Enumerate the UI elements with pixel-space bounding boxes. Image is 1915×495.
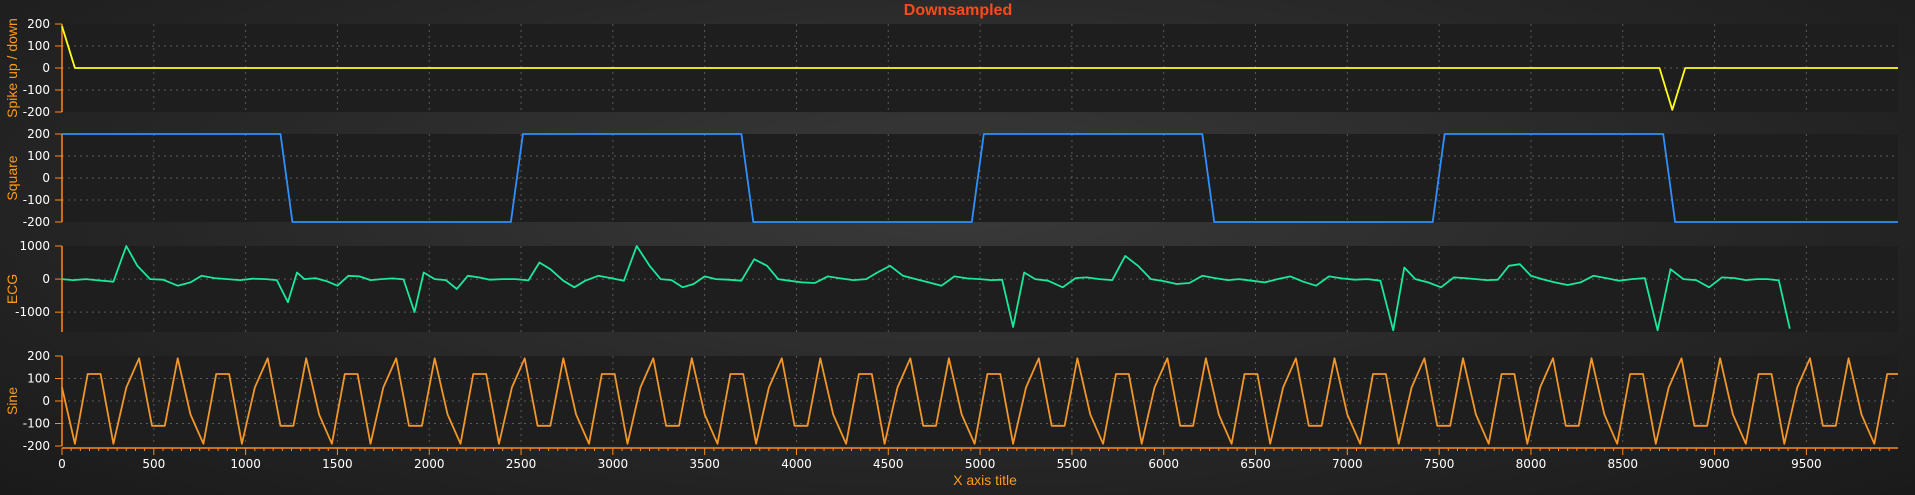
x-tick-label: 2500 xyxy=(506,457,537,471)
y-tick-label: 0 xyxy=(42,272,50,286)
x-tick-label: 7000 xyxy=(1332,457,1363,471)
panels: 2001000-100-200Spike up / down2001000-10… xyxy=(4,17,1898,453)
panel-2: 200 100 0 -100 -200 Square xyxy=(4,127,1898,229)
x-tick-label: 5000 xyxy=(965,457,996,471)
x-tick-label: 9000 xyxy=(1699,457,1730,471)
y-tick-label: 1000 xyxy=(19,239,50,253)
x-tick-label: 7500 xyxy=(1424,457,1455,471)
y-tick-label: 200 xyxy=(27,17,50,31)
y-tick-label: 0 xyxy=(42,61,50,75)
y-tick-label: 0 xyxy=(42,171,50,185)
y-tick-label: 100 xyxy=(27,149,50,163)
y-tick-label: -200 xyxy=(23,105,50,119)
y-tick-label: -200 xyxy=(23,215,50,229)
y-tick-label: 200 xyxy=(27,349,50,363)
panel-1: 200 100 0 -100 -200Spike up / down xyxy=(4,17,1898,119)
x-tick-label: 4500 xyxy=(873,457,904,471)
y-tick-label: -1000 xyxy=(15,305,50,319)
y-axis-title: ECG xyxy=(4,274,20,304)
panel-4: 200 100 0 -100 -200 Sine xyxy=(4,349,1898,453)
y-axis-title: Spike up / down xyxy=(4,18,20,118)
x-tick-label: 3000 xyxy=(598,457,629,471)
y-tick-label: 200 xyxy=(27,127,50,141)
y-tick-label: -100 xyxy=(23,417,50,431)
y-tick-label: 100 xyxy=(27,39,50,53)
x-tick-label: 5500 xyxy=(1057,457,1088,471)
x-tick-label: 6500 xyxy=(1240,457,1271,471)
x-tick-label: 6000 xyxy=(1148,457,1179,471)
y-axis-title: Square xyxy=(4,155,20,200)
panel-3: 1000 0 -1000ECG xyxy=(4,239,1898,332)
x-tick-label: 1000 xyxy=(230,457,261,471)
x-axis-title: X axis title xyxy=(953,472,1017,488)
y-tick-label: -200 xyxy=(23,439,50,453)
x-tick-label: 8500 xyxy=(1607,457,1638,471)
y-tick-label: 0 xyxy=(42,394,50,408)
y-tick-label: -100 xyxy=(23,193,50,207)
x-tick-label: 0 xyxy=(58,457,66,471)
chart: Downsampled 2001000-100-200Spike up / do… xyxy=(4,2,1898,488)
x-tick-label: 8000 xyxy=(1516,457,1547,471)
x-tick-label: 500 xyxy=(142,457,165,471)
chart-title: Downsampled xyxy=(904,2,1012,19)
x-tick-label: 2000 xyxy=(414,457,445,471)
x-tick-label: 3500 xyxy=(689,457,720,471)
y-tick-label: 100 xyxy=(27,372,50,386)
x-axis: 0 500 1000 1500 2000 2500 3000 3500 4000 4500 5000… xyxy=(58,447,1898,471)
x-tick-label: 9500 xyxy=(1791,457,1822,471)
y-tick-label: -100 xyxy=(23,83,50,97)
x-tick-label: 4000 xyxy=(781,457,812,471)
y-axis-title: Sine xyxy=(4,387,20,415)
x-tick-label: 1500 xyxy=(322,457,353,471)
